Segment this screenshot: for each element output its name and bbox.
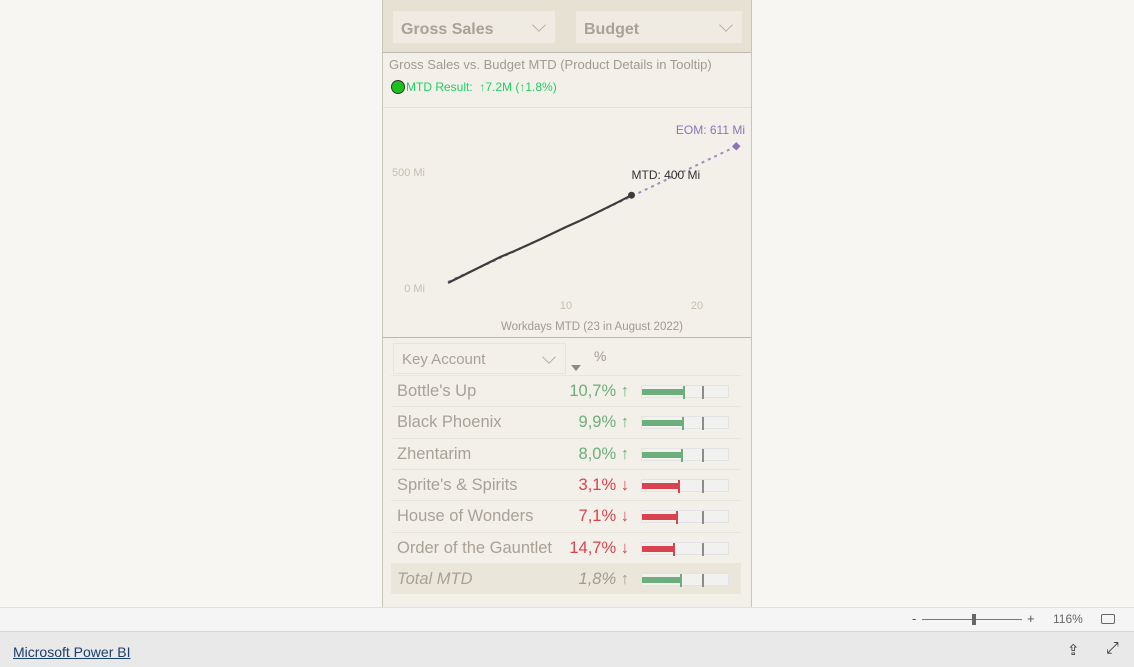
bullet-fill <box>642 451 684 458</box>
power-bi-link[interactable]: Microsoft Power BI <box>13 644 130 660</box>
target-marker <box>701 417 704 431</box>
zoom-slider-thumb[interactable] <box>972 614 976 625</box>
bullet-bar <box>641 510 729 525</box>
account-name: Order of the Gauntlet <box>397 538 553 557</box>
account-name: Zhentarim <box>397 444 472 463</box>
line-chart[interactable]: 0 Mi 500 Mi 10 20 Workdays MTD (23 in August… <box>383 108 751 337</box>
key-account-label: Key Account <box>402 351 486 368</box>
status-bar: - + 116% <box>0 607 1134 631</box>
y-tick-label: 0 Mi <box>404 283 425 295</box>
chevron-down-icon <box>542 350 556 364</box>
bullet-bar <box>641 541 729 556</box>
fit-to-page-icon[interactable] <box>1101 614 1115 624</box>
bullet-fill <box>642 576 682 583</box>
target-marker <box>701 386 704 399</box>
eom-label: EOM: 611 Mi <box>676 123 745 137</box>
pct-header[interactable]: % <box>594 348 606 364</box>
target-marker <box>701 542 704 556</box>
x-tick-label: 20 <box>691 300 703 312</box>
x-axis-title: Workdays MTD (23 in August 2022) <box>501 321 683 333</box>
account-name: Total MTD <box>397 569 473 588</box>
comparison-slicer[interactable]: Budget <box>576 11 742 43</box>
x-tick-label: 10 <box>560 300 572 312</box>
table-row[interactable]: Bottle's Up 10,7% ↑ <box>391 375 741 406</box>
eom-point <box>732 142 741 151</box>
bullet-fill <box>642 389 686 395</box>
bullet-fill <box>642 545 675 552</box>
bullet-cap <box>676 511 679 525</box>
table-row[interactable]: Zhentarim 8,0% ↑ <box>391 437 741 469</box>
variance-value: 8,0% ↑ <box>578 444 629 463</box>
bullet-cap <box>683 386 686 399</box>
target-marker <box>701 573 704 587</box>
variance-value: 7,1% ↓ <box>578 507 629 526</box>
target-marker <box>701 479 704 493</box>
actual-line <box>447 194 633 284</box>
key-account-dropdown[interactable]: Key Account <box>393 343 566 374</box>
zoom-out-button[interactable]: - <box>912 611 916 626</box>
variance-value: 10,7% ↑ <box>569 382 629 400</box>
bullet-fill <box>642 482 680 489</box>
variance-value: 3,1% ↓ <box>578 475 629 494</box>
account-name: Sprite's & Spirits <box>397 475 518 494</box>
account-name: Bottle's Up <box>397 382 477 400</box>
variance-value: 14,7% ↓ <box>569 538 629 557</box>
expand-icon[interactable]: ⤢ <box>1106 640 1119 658</box>
mtd-result: MTD Result: ↑7.2M (↑1.8%) <box>391 80 557 94</box>
target-marker <box>701 448 704 462</box>
measure-slicer[interactable]: Gross Sales <box>393 11 555 43</box>
share-icon[interactable]: ⇪ <box>1067 641 1080 659</box>
table-row[interactable]: Sprite's & Spirits 3,1% ↓ <box>391 468 741 500</box>
result-value: ↑7.2M (↑1.8%) <box>479 80 557 94</box>
report-page: Gross Sales Budget Gross Sales vs. Budge… <box>382 0 752 607</box>
mtd-point <box>628 191 635 199</box>
bullet-cap <box>677 479 680 493</box>
mtd-label: MTD: 400 Mi <box>632 168 701 182</box>
bullet-fill <box>642 514 679 521</box>
variance-value: 1,8% ↑ <box>578 569 629 588</box>
slicer-bar: Gross Sales Budget <box>383 0 751 53</box>
divider <box>383 337 751 338</box>
footer: Microsoft Power BI ⇪ ⤢ <box>0 631 1134 667</box>
bullet-cap <box>679 573 682 587</box>
account-name: House of Wonders <box>397 507 534 526</box>
bullet-cap <box>682 417 685 431</box>
variance-value: 9,9% ↑ <box>578 413 629 432</box>
bullet-bar <box>641 385 729 399</box>
target-marker <box>701 511 704 525</box>
status-dot-icon <box>391 80 405 94</box>
table-row[interactable]: Order of the Gauntlet 14,7% ↓ <box>391 531 741 563</box>
chevron-down-icon <box>719 18 733 32</box>
result-label: MTD Result: <box>406 80 473 94</box>
bullet-bar <box>641 416 729 431</box>
zoom-in-button[interactable]: + <box>1027 611 1035 626</box>
bullet-bar <box>641 478 729 493</box>
visual-title: Gross Sales vs. Budget MTD (Product Deta… <box>389 57 712 72</box>
bullet-cap <box>672 542 675 556</box>
account-name: Black Phoenix <box>397 413 502 432</box>
chevron-down-icon <box>532 18 546 32</box>
comparison-slicer-value: Budget <box>584 21 640 38</box>
bullet-cap <box>681 448 684 462</box>
bullet-fill <box>642 420 685 427</box>
measure-slicer-value: Gross Sales <box>401 21 494 38</box>
table-row[interactable]: House of Wonders 7,1% ↓ <box>391 500 741 531</box>
table-row[interactable]: Black Phoenix 9,9% ↑ <box>391 406 741 437</box>
zoom-level: 116% <box>1053 612 1083 626</box>
total-row[interactable]: Total MTD 1,8% ↑ <box>391 562 741 594</box>
y-tick-label: 500 Mi <box>392 167 425 179</box>
bullet-bar <box>641 447 729 462</box>
bullet-bar <box>641 572 729 587</box>
sort-descending-icon[interactable] <box>571 365 581 371</box>
